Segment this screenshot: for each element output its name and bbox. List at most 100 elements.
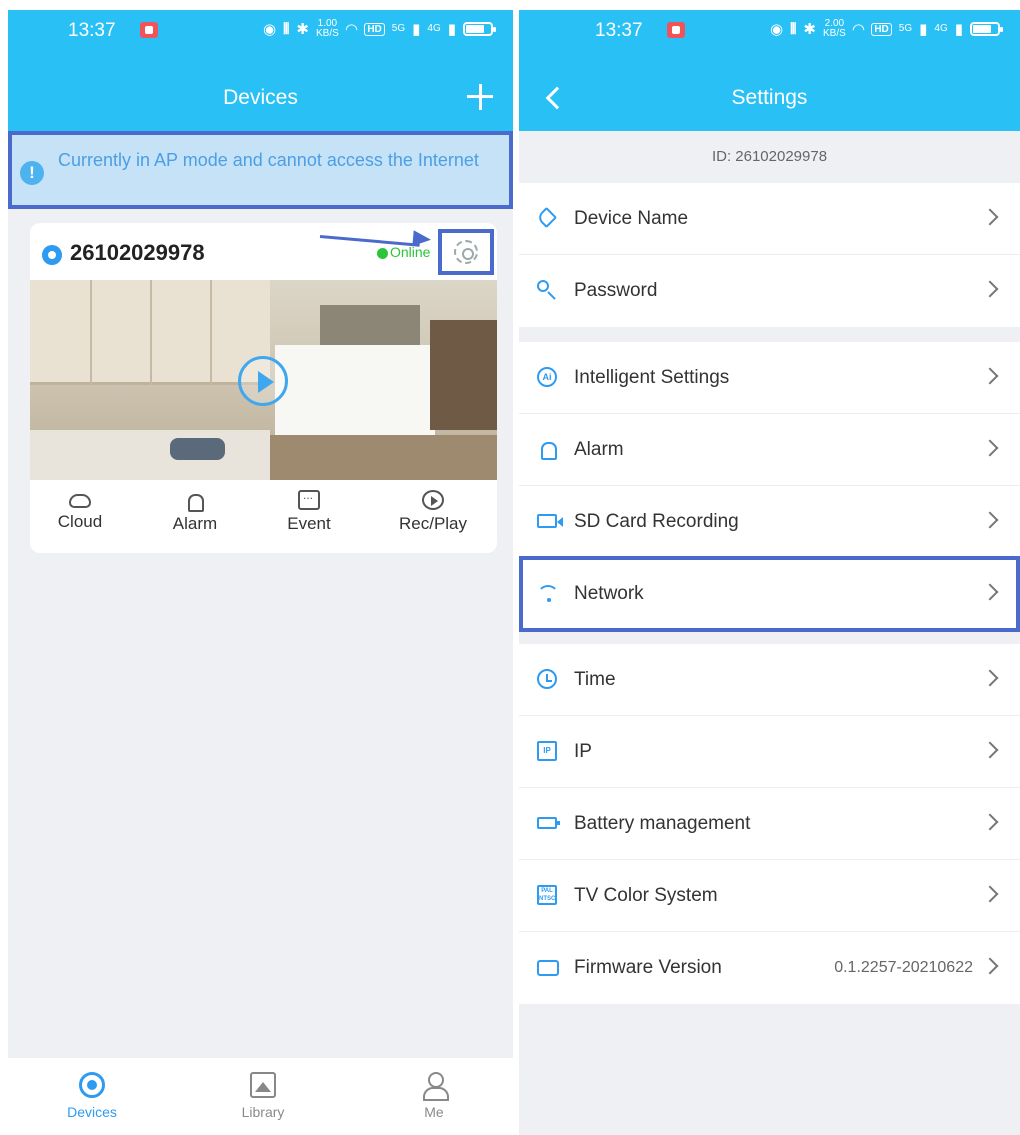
chevron-right-icon xyxy=(981,957,999,975)
chevron-right-icon xyxy=(981,669,999,687)
page-title: Devices xyxy=(223,86,298,109)
device-card[interactable]: 26102029978 Online Cloud Alarm ... Event… xyxy=(30,223,497,553)
device-id-label: ID: 26102029978 xyxy=(519,131,1020,183)
sd-card-recording-label: SD Card Recording xyxy=(574,511,739,532)
ap-mode-message: Currently in AP mode and cannot access t… xyxy=(58,150,479,170)
signal-4g-label: 4G xyxy=(934,23,948,34)
preview-curtain xyxy=(320,305,420,345)
cloud-action[interactable]: Cloud xyxy=(30,490,130,532)
add-device-button[interactable] xyxy=(465,82,495,112)
tv-color-system-label: TV Color System xyxy=(574,885,718,906)
image-icon xyxy=(250,1072,276,1098)
network-speed: 1.00 KB/S xyxy=(315,18,339,39)
signal-4g-label: 4G xyxy=(427,23,441,34)
intelligent-settings-label: Intelligent Settings xyxy=(574,367,730,388)
alarm-icon xyxy=(184,490,206,512)
alarm-action[interactable]: Alarm xyxy=(145,490,245,534)
status-bar: 13:37 ◉ ⫴ ✱ 1.00 KB/S ◠ HD 5G ▮ 4G ▮ xyxy=(8,10,513,72)
devices-screen: 13:37 ◉ ⫴ ✱ 1.00 KB/S ◠ HD 5G ▮ 4G ▮ Dev… xyxy=(8,10,513,1135)
signal-icon-2: ▮ xyxy=(954,21,963,38)
settings-nav-bar: Settings xyxy=(519,72,1020,131)
settings-group-basic: Device Name Password xyxy=(519,183,1020,327)
vibrate-icon: ⫴ xyxy=(283,20,290,38)
cloud-label: Cloud xyxy=(57,512,103,531)
time-label: Time xyxy=(574,669,616,690)
camera-tab-icon xyxy=(79,1072,105,1098)
wifi-status-icon: ◠ xyxy=(345,21,358,38)
chevron-right-icon xyxy=(981,367,999,385)
chevron-right-icon xyxy=(981,741,999,759)
battery-management-label: Battery management xyxy=(574,813,751,834)
gear-icon[interactable] xyxy=(454,240,478,264)
status-icons: ◉ ⫴ ✱ 2.00 KB/S ◠ HD 5G ▮ 4G ▮ xyxy=(770,19,1003,39)
sd-card-icon xyxy=(537,514,563,528)
network-row[interactable]: Network xyxy=(519,558,1020,630)
alarm-label: Alarm xyxy=(574,439,624,460)
ip-row[interactable]: IP IP xyxy=(519,716,1020,788)
status-bar: 13:37 ◉ ⫴ ✱ 2.00 KB/S ◠ HD 5G ▮ 4G ▮ xyxy=(519,10,1020,72)
vibrate-icon: ⫴ xyxy=(790,20,797,38)
settings-group-system: Time IP IP Battery management PAL NTSC T… xyxy=(519,644,1020,1004)
password-label: Password xyxy=(574,280,658,301)
alarm-row[interactable]: Alarm xyxy=(519,414,1020,486)
tab-library[interactable]: Library xyxy=(203,1072,323,1120)
playback-icon xyxy=(422,490,444,510)
firmware-version-label: Firmware Version xyxy=(574,957,722,978)
screen-record-icon xyxy=(140,22,158,38)
clock-icon xyxy=(537,669,557,689)
battery-status-icon xyxy=(463,22,496,36)
device-name-label: Device Name xyxy=(574,208,689,229)
ap-mode-banner: ! Currently in AP mode and cannot access… xyxy=(8,131,513,209)
camera-icon xyxy=(42,245,62,265)
preview-window xyxy=(275,345,435,435)
page-title: Settings xyxy=(731,86,808,109)
user-icon xyxy=(421,1072,449,1101)
cloud-icon xyxy=(69,494,91,508)
tab-devices[interactable]: Devices xyxy=(32,1072,152,1120)
preview-pillow xyxy=(170,438,225,460)
event-label: Event xyxy=(287,514,331,533)
screen-record-icon xyxy=(667,22,685,38)
alarm-clock-icon: ◉ xyxy=(263,21,277,38)
password-row[interactable]: Password xyxy=(519,255,1020,327)
alarm-label: Alarm xyxy=(172,514,218,533)
time-row[interactable]: Time xyxy=(519,644,1020,716)
status-time: 13:37 xyxy=(68,20,116,41)
key-icon xyxy=(537,280,549,292)
status-icons: ◉ ⫴ ✱ 1.00 KB/S ◠ HD 5G ▮ 4G ▮ xyxy=(263,18,496,39)
hd-badge: HD xyxy=(871,22,892,36)
recplay-label: Rec/Play xyxy=(398,514,468,533)
firmware-version-row[interactable]: Firmware Version 0.1.2257-20210622 xyxy=(519,932,1020,1004)
sd-card-recording-row[interactable]: SD Card Recording xyxy=(519,486,1020,558)
play-icon[interactable] xyxy=(238,356,288,406)
chevron-right-icon xyxy=(981,583,999,601)
info-icon: ! xyxy=(20,161,44,185)
battery-management-row[interactable]: Battery management xyxy=(519,788,1020,860)
preview-shelf xyxy=(430,320,497,430)
chevron-right-icon xyxy=(981,885,999,903)
hd-badge: HD xyxy=(364,22,385,36)
device-name-row[interactable]: Device Name xyxy=(519,183,1020,255)
online-indicator xyxy=(377,248,388,259)
bluetooth-icon: ✱ xyxy=(803,21,816,38)
tv-icon: PAL NTSC xyxy=(537,885,557,905)
settings-group-features: Ai Intelligent Settings Alarm SD Card Re… xyxy=(519,342,1020,630)
tab-me[interactable]: Me xyxy=(374,1072,494,1120)
recplay-action[interactable]: Rec/Play xyxy=(383,490,483,534)
tv-color-system-row[interactable]: PAL NTSC TV Color System xyxy=(519,860,1020,932)
ip-icon: IP xyxy=(537,741,557,761)
event-action[interactable]: Event xyxy=(259,488,359,534)
intelligent-settings-row[interactable]: Ai Intelligent Settings xyxy=(519,342,1020,414)
alarm-clock-icon: ◉ xyxy=(770,21,784,38)
tab-me-label: Me xyxy=(424,1104,444,1120)
camera-preview[interactable] xyxy=(30,280,497,480)
annotation-arrow-head xyxy=(412,230,432,248)
settings-screen: 13:37 ◉ ⫴ ✱ 2.00 KB/S ◠ HD 5G ▮ 4G ▮ Set… xyxy=(519,10,1020,1135)
device-id: 26102029978 xyxy=(70,240,205,265)
ai-icon: Ai xyxy=(537,367,557,387)
tag-icon xyxy=(535,206,558,229)
firmware-icon xyxy=(537,960,559,976)
battery-icon xyxy=(537,817,560,829)
signal-5g-label: 5G xyxy=(391,23,406,34)
chevron-right-icon xyxy=(981,511,999,529)
